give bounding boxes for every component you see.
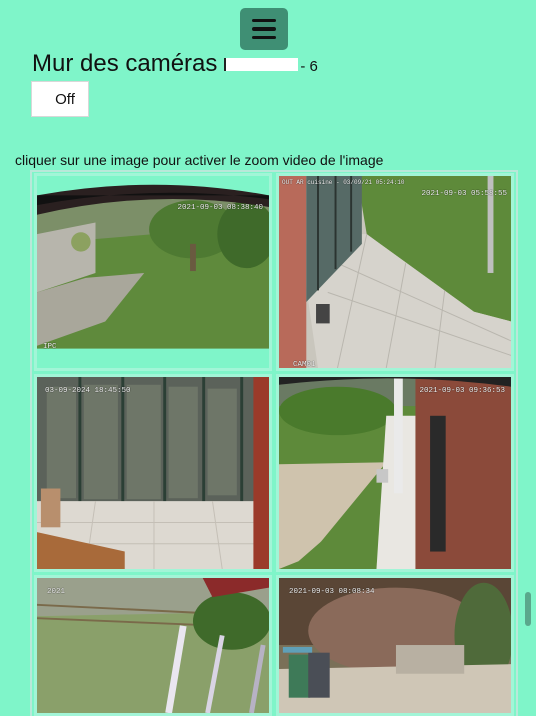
page-title-text: Mur des caméras	[32, 50, 218, 77]
camera-overlay-title: OUT AR cuisine - 03/09/21 05:24:10	[282, 179, 405, 186]
camera-tile[interactable]: 03-09-2024 18:45:50	[34, 374, 272, 572]
hamburger-menu-icon[interactable]	[240, 8, 288, 50]
menu-bar	[252, 27, 276, 31]
camera-timestamp: 2021-09-03 08:38:40	[177, 204, 263, 212]
camera-image	[279, 377, 511, 569]
camera-tile[interactable]: 2021	[34, 575, 272, 716]
camera-image	[37, 377, 269, 569]
camera-timestamp: 2021-09-03 08:08:34	[289, 588, 375, 596]
camera-image	[279, 578, 511, 713]
camera-count: - 6	[300, 58, 318, 75]
menu-bar	[252, 35, 276, 40]
camera-wall-page: Mur des caméras - 6 Off cliquer sur une …	[0, 0, 536, 716]
camera-image	[37, 578, 269, 713]
camera-tile[interactable]: OUT AR cuisine - 03/09/21 05:24:10 2021-…	[276, 173, 514, 371]
off-button[interactable]: Off	[31, 81, 89, 117]
camera-tile[interactable]: 2021-09-03 09:36:53	[276, 374, 514, 572]
camera-timestamp: 2021	[47, 588, 66, 596]
redacted-name	[224, 58, 299, 71]
camera-tile[interactable]: 2021-09-03 08:08:34	[276, 575, 514, 716]
zoom-hint-text: cliquer sur une image pour activer le zo…	[15, 152, 384, 168]
camera-label: IPC	[43, 343, 57, 351]
camera-tile[interactable]: 2021-09-03 08:38:40 IPC	[34, 173, 272, 371]
camera-timestamp: 2021-09-03 05:58:55	[421, 190, 507, 198]
scrollbar-thumb[interactable]	[525, 592, 531, 626]
camera-image	[279, 176, 511, 368]
page-title: Mur des caméras - 6	[32, 50, 318, 78]
camera-timestamp: 2021-09-03 09:36:53	[419, 387, 505, 395]
camera-label: CAM01	[293, 361, 316, 369]
menu-bar	[252, 18, 276, 23]
camera-timestamp: 03-09-2024 18:45:50	[45, 387, 131, 395]
